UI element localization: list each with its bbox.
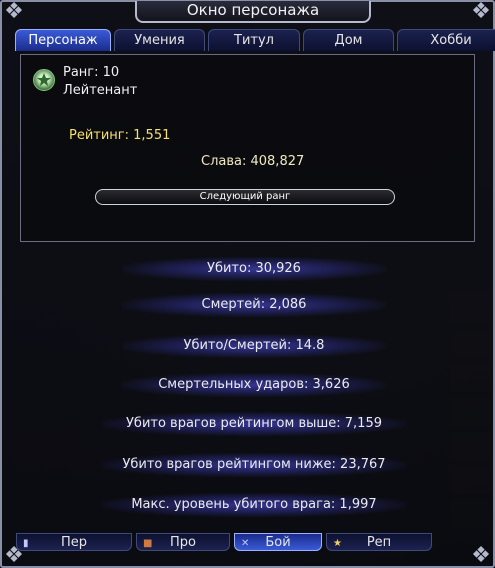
tab-skills[interactable]: Умения xyxy=(114,29,205,51)
rating-value: Рейтинг: 1,551 xyxy=(69,128,171,143)
rank-value: 10 xyxy=(102,65,120,80)
bottom-tabs: ▮ Пер ■ Про ✕ Бой ★ Реп xyxy=(16,533,432,551)
window-corner-ornament-icon: ❖ xyxy=(471,0,491,24)
window-corner-ornament-icon: ❖ xyxy=(4,0,24,24)
bottom-tab-label: Пер xyxy=(60,535,88,550)
rank-label: Ранг: xyxy=(63,65,99,80)
bottom-tab-reputation[interactable]: ★ Реп xyxy=(326,533,432,551)
character-tabs: Персонаж Умения Титул Дом Хобби xyxy=(15,29,495,51)
bottom-tab-profession[interactable]: ■ Про xyxy=(136,533,230,551)
rank-emblem-icon xyxy=(33,69,55,91)
bottom-tab-combat[interactable]: ✕ Бой xyxy=(234,533,322,551)
bottom-tab-label: Бой xyxy=(265,535,291,550)
window-title[interactable]: Окно персонажа xyxy=(135,1,371,23)
bottom-tab-character[interactable]: ▮ Пер xyxy=(16,533,132,551)
window-corner-ornament-icon: ❖ xyxy=(471,543,491,568)
next-rank-button[interactable]: Следующий ранг xyxy=(95,189,395,205)
stat-kills-higher-rank: Убито врагов рейтингом выше: 7,159 xyxy=(102,412,406,436)
stat-kills-lower-rank: Убито врагов рейтингом ниже: 23,767 xyxy=(102,453,406,477)
scroll-icon: ▮ xyxy=(23,538,29,549)
swords-icon: ✕ xyxy=(241,538,250,549)
tab-character[interactable]: Персонаж xyxy=(15,29,111,51)
star-icon: ★ xyxy=(333,538,342,549)
book-icon: ■ xyxy=(143,538,153,549)
stat-deaths: Смертей: 2,086 xyxy=(122,293,386,317)
tab-hobby[interactable]: Хобби xyxy=(397,29,495,51)
tab-title[interactable]: Титул xyxy=(208,29,300,51)
bottom-tab-label: Про xyxy=(170,535,196,550)
tab-house[interactable]: Дом xyxy=(303,29,394,51)
stat-max-enemy-level: Макс. уровень убитого врага: 1,997 xyxy=(102,493,406,517)
stat-killing-blows: Смертельных ударов: 3,626 xyxy=(122,373,386,397)
rank-panel: Ранг: 10 Лейтенант Рейтинг: 1,551 Слава:… xyxy=(20,54,475,242)
stat-kills: Убито: 30,926 xyxy=(122,257,386,281)
rank-line: Ранг: 10 xyxy=(63,65,119,80)
stat-kd-ratio: Убито/Смертей: 14.8 xyxy=(122,334,386,358)
glory-value: Слава: 408,827 xyxy=(201,154,305,169)
character-window: ❖ ❖ ❖ ❖ Окно персонажа Персонаж Умения Т… xyxy=(0,0,495,568)
rank-title: Лейтенант xyxy=(63,83,138,98)
bottom-tab-label: Реп xyxy=(366,535,392,550)
